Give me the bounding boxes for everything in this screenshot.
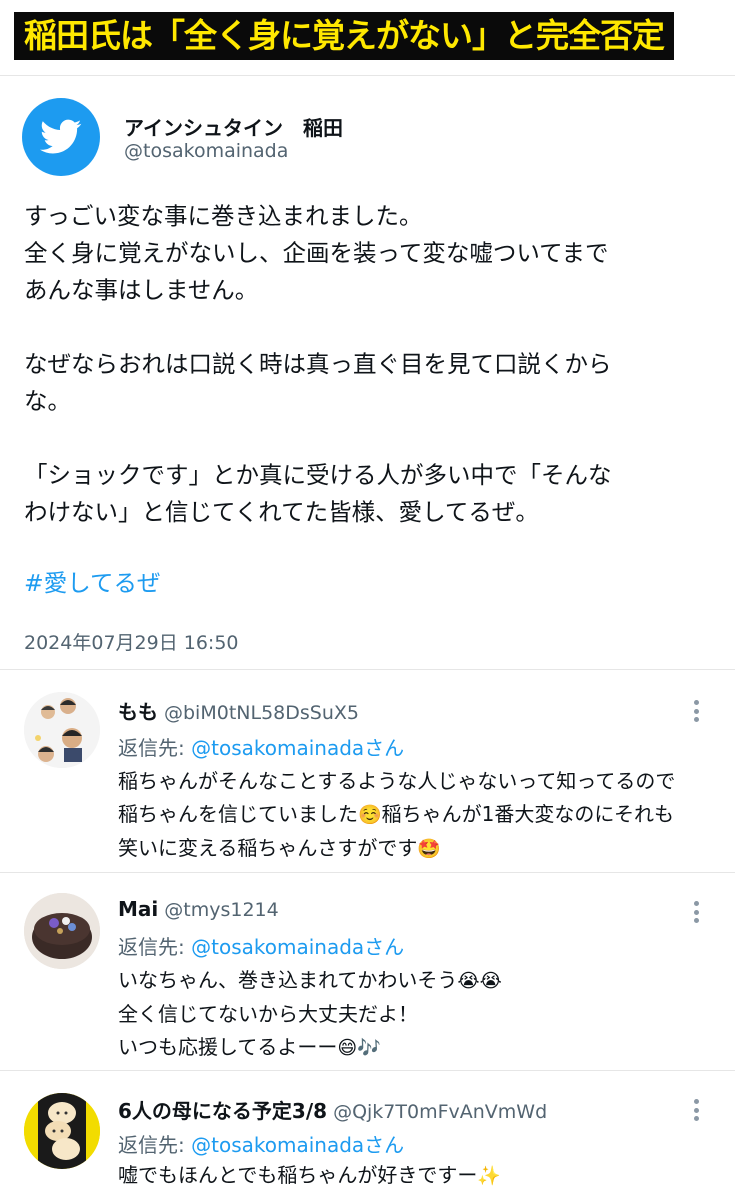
more-options-icon[interactable] — [684, 1095, 708, 1125]
tweet-body-line: 「ショックです」とか真に受ける人が多い中で「そんな — [24, 461, 612, 489]
tweet-body-line — [24, 309, 714, 346]
reply-to-label: 返信先: — [118, 935, 192, 959]
reply-avatar[interactable] — [24, 692, 100, 768]
reply-item: もも @biM0tNL58DsSuX5 返信先: @tosakomainadaさん… — [0, 670, 735, 873]
reply-avatar[interactable] — [24, 1093, 100, 1169]
reply-handle[interactable]: @biM0tNL58DsSuX5 — [164, 702, 359, 724]
reply-to-label: 返信先: — [118, 736, 192, 760]
reply-to-line: 返信先: @tosakomainadaさん — [118, 931, 404, 960]
tweet-body-line: な。 — [24, 387, 71, 415]
reply-item: 6人の母になる予定3/8 @Qjk7T0mFvAnVmWd 返信先: @tosak… — [0, 1071, 735, 1200]
reply-avatar[interactable] — [24, 893, 100, 969]
reply-to-handle-link[interactable]: @tosakomainadaさん — [191, 935, 404, 959]
twitter-bird-icon — [40, 119, 82, 154]
tweet-body-line: すっごい変な事に巻き込まれました。 — [24, 202, 423, 230]
reply-text-line: 嘘でもほんとでも稲ちゃんが好きですー✨ — [118, 1163, 502, 1187]
smiling-face-icon: ☺️ — [358, 804, 382, 826]
reply-handle[interactable]: @tmys1214 — [164, 899, 278, 921]
reply-text-line: 稲ちゃんを信じていました☺️稲ちゃんが1番大変なのにそれも — [118, 802, 674, 826]
sparkles-icon: ✨ — [477, 1165, 502, 1187]
tweet-body: すっごい変な事に巻き込まれました。 全く身に覚えがないし、企画を装って変な嘘つい… — [24, 198, 714, 531]
more-options-icon[interactable] — [684, 696, 708, 726]
star-struck-icon: 🤩 — [417, 838, 442, 860]
headline-banner: 稲田氏は「全く身に覚えがない」と完全否定 — [0, 0, 735, 76]
avatar-image — [24, 1093, 100, 1169]
reply-text-line: いつも応援してるよーー😄🎶 — [118, 1035, 381, 1059]
reply-display-name[interactable]: もも — [118, 700, 158, 724]
reply-text-line: 稲ちゃんがそんなことするような人じゃないって知ってるので — [118, 769, 676, 793]
tweet-hashtag-link[interactable]: #愛してるぜ — [24, 564, 161, 598]
tweet-body-line: わけない」と信じてくれてた皆様、愛してるぜ。 — [24, 498, 539, 526]
reply-item: Mai @tmys1214 返信先: @tosakomainadaさん いなちゃん… — [0, 873, 735, 1071]
tweet-handle[interactable]: @tosakomainada — [124, 140, 288, 162]
reply-display-name[interactable]: Mai — [118, 897, 158, 921]
reply-to-handle-link[interactable]: @tosakomainadaさん — [191, 1133, 404, 1157]
main-tweet: アインシュタイン 稲田 @tosakomainada すっごい変な事に巻き込まれ… — [0, 76, 735, 670]
more-options-icon[interactable] — [684, 897, 708, 927]
tweet-body-line: なぜならおれは口説く時は真っ直ぐ目を見て口説くから — [24, 350, 612, 378]
reply-header: もも @biM0tNL58DsSuX5 — [118, 696, 359, 725]
reply-to-handle-link[interactable]: @tosakomainadaさん — [191, 736, 404, 760]
crying-face-icon: 😭😭 — [457, 970, 502, 992]
reply-header: 6人の母になる予定3/8 @Qjk7T0mFvAnVmWd — [118, 1095, 547, 1124]
grinning-face-music-icon: 😄🎶 — [337, 1037, 381, 1059]
tweet-avatar[interactable] — [22, 98, 100, 176]
tweet-body-line — [24, 420, 714, 457]
tweet-display-name[interactable]: アインシュタイン 稲田 — [124, 112, 343, 141]
reply-text-line: いなちゃん、巻き込まれてかわいそう😭😭 — [118, 968, 502, 992]
reply-text-line: 笑いに変える稲ちゃんさすがです🤩 — [118, 836, 442, 860]
headline-title: 稲田氏は「全く身に覚えがない」と完全否定 — [14, 12, 674, 60]
reply-text: 嘘でもほんとでも稲ちゃんが好きですー✨ — [118, 1159, 718, 1193]
reply-display-name[interactable]: 6人の母になる予定3/8 — [118, 1099, 327, 1123]
tweet-timestamp[interactable]: 2024年07月29日 16:50 — [24, 628, 239, 655]
reply-text-line: 全く信じてないから大丈夫だよ！ — [118, 1002, 418, 1026]
tweet-body-line: 全く身に覚えがないし、企画を装って変な嘘ついてまで — [24, 239, 609, 267]
reply-header: Mai @tmys1214 — [118, 897, 279, 921]
reply-to-line: 返信先: @tosakomainadaさん — [118, 1129, 404, 1158]
avatar-image — [24, 692, 100, 768]
tweet-body-line: あんな事はしません。 — [24, 276, 259, 304]
reply-text: いなちゃん、巻き込まれてかわいそう😭😭 全く信じてないから大丈夫だよ！ いつも応… — [118, 964, 718, 1065]
reply-text: 稲ちゃんがそんなことするような人じゃないって知ってるので 稲ちゃんを信じていまし… — [118, 765, 718, 866]
reply-to-line: 返信先: @tosakomainadaさん — [118, 732, 404, 761]
reply-to-label: 返信先: — [118, 1133, 192, 1157]
avatar-image — [24, 893, 100, 969]
reply-handle[interactable]: @Qjk7T0mFvAnVmWd — [333, 1101, 547, 1123]
